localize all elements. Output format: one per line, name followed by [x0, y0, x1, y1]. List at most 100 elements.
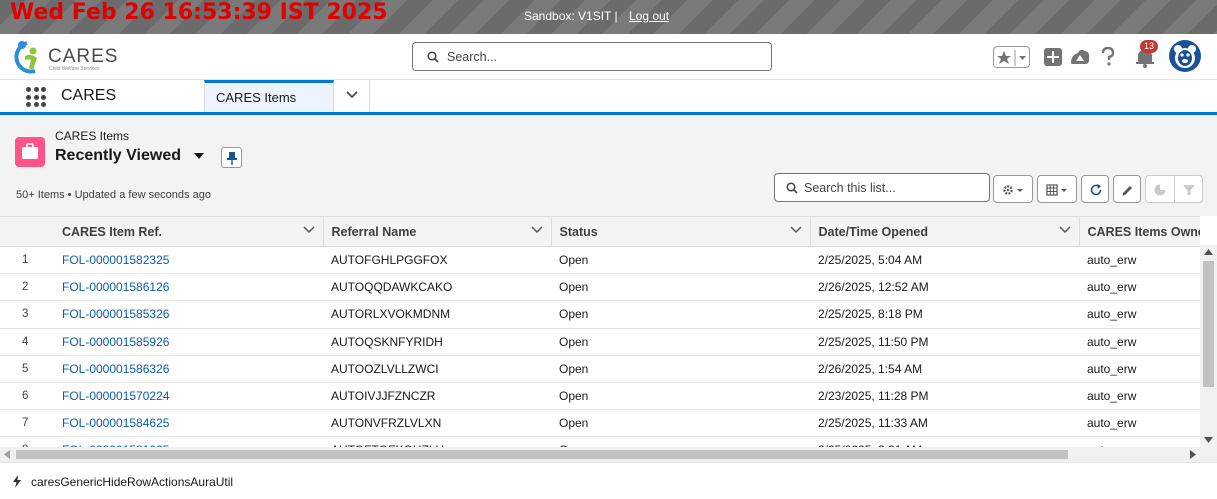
- help-icon[interactable]: [1100, 47, 1116, 67]
- table-row[interactable]: 7 FOL-000001584625 AUTONVFRZLVLXN Open 2…: [0, 409, 1200, 438]
- tab-cares-items[interactable]: CARES Items: [204, 80, 334, 112]
- scroll-up-icon[interactable]: [1204, 249, 1213, 255]
- column-header-label: Status: [559, 224, 598, 239]
- chart-icon[interactable]: [1153, 183, 1167, 197]
- lightning-icon: [13, 475, 21, 488]
- list-view-name[interactable]: Recently Viewed: [55, 147, 181, 165]
- cares-item-ref-link[interactable]: FOL-000001586126: [62, 280, 169, 294]
- column-header-owner-alias[interactable]: CARES Items Owner Ali: [1079, 216, 1200, 247]
- date-opened-cell: 2/26/2025, 12:52 AM: [810, 273, 1079, 302]
- scroll-right-icon[interactable]: [1190, 450, 1196, 459]
- inline-edit-button[interactable]: [1113, 175, 1141, 203]
- refresh-icon: [1090, 184, 1102, 196]
- gear-icon: [1003, 185, 1023, 195]
- trailhead-icon[interactable]: [1069, 47, 1091, 67]
- tab-cares-items-label: CARES Items: [216, 90, 297, 105]
- chevron-down-icon[interactable]: [530, 226, 543, 234]
- owner-alias-cell: auto_erw: [1079, 409, 1200, 438]
- column-header-referral-name[interactable]: Referral Name: [323, 216, 552, 247]
- column-header-status[interactable]: Status: [551, 216, 811, 247]
- vertical-scroll-thumb[interactable]: [1203, 261, 1214, 387]
- column-header-label: Date/Time Opened: [818, 224, 929, 239]
- row-number: 1: [0, 246, 54, 275]
- table-row[interactable]: 5 FOL-000001586326 AUTOOZLVLLZWCI Open 2…: [0, 355, 1200, 383]
- owner-alias-cell: auto_erw: [1079, 273, 1200, 302]
- favorites-button[interactable]: [993, 46, 1030, 68]
- app-name: CARES: [61, 87, 117, 104]
- search-icon: [427, 51, 439, 63]
- table-row[interactable]: 6 FOL-000001570224 AUTOIVJJFZNCZR Open 2…: [0, 382, 1200, 411]
- owner-alias-cell: auto_erw: [1079, 382, 1200, 411]
- row-number: 6: [0, 382, 54, 411]
- horizontal-scroll-thumb[interactable]: [16, 450, 1068, 459]
- logo-subtitle: Child Welfare Services: [49, 66, 100, 72]
- filter-icon[interactable]: [1182, 183, 1196, 197]
- list-settings-button[interactable]: [993, 175, 1033, 203]
- refresh-button[interactable]: [1081, 175, 1109, 203]
- cares-item-ref-cell: FOL-000001585326: [54, 300, 323, 329]
- cares-item-ref-link[interactable]: FOL-000001584625: [62, 416, 169, 430]
- chevron-down-icon[interactable]: [302, 226, 315, 234]
- referral-name-cell: AUTOIVJJFZNCZR: [323, 382, 551, 411]
- chevron-down-icon[interactable]: [1058, 226, 1071, 234]
- display-as-button[interactable]: [1037, 175, 1077, 203]
- cares-item-ref-link[interactable]: FOL-000001586326: [62, 362, 169, 376]
- table-icon: [1046, 184, 1067, 196]
- cares-item-ref-cell: FOL-000001570224: [54, 382, 323, 411]
- cares-logo-icon: [14, 41, 37, 74]
- list-data-grid: CARES Item Ref. Referral Name Status Dat…: [0, 216, 1217, 462]
- cares-item-ref-link[interactable]: FOL-000001570224: [62, 389, 169, 403]
- pin-list-button[interactable]: [221, 147, 242, 168]
- notification-badge: 13: [1140, 40, 1159, 53]
- column-header-date-time-opened[interactable]: Date/Time Opened: [810, 216, 1080, 247]
- cares-logo[interactable]: CARES Child Welfare Services: [13, 38, 123, 76]
- table-row[interactable]: 1 FOL-000001582325 AUTOFGHLPGGFOX Open 2…: [0, 246, 1200, 275]
- column-header-cares-item-ref[interactable]: CARES Item Ref.: [54, 216, 324, 247]
- list-search-placeholder: Search this list...: [804, 181, 896, 195]
- cares-item-ref-link[interactable]: FOL-000001585926: [62, 335, 169, 349]
- cares-item-ref-link[interactable]: FOL-000001582325: [62, 253, 169, 267]
- list-view-header: CARES Items Recently Viewed 50+ Items • …: [0, 115, 1217, 216]
- cares-item-ref-cell: FOL-000001584625: [54, 409, 323, 438]
- utility-bar: caresGenericHideRowActionsAuraUtil: [0, 462, 1217, 499]
- owner-alias-cell: auto_erw: [1079, 355, 1200, 383]
- status-cell: Open: [551, 409, 810, 438]
- row-number: 2: [0, 273, 54, 302]
- row-number: 7: [0, 409, 54, 438]
- utility-item-label[interactable]: caresGenericHideRowActionsAuraUtil: [31, 475, 233, 489]
- scroll-down-icon[interactable]: [1204, 437, 1213, 443]
- table-row[interactable]: 3 FOL-000001585326 AUTORLXVOKMDNM Open 2…: [0, 300, 1200, 329]
- cares-item-ref-link[interactable]: FOL-000001585326: [62, 307, 169, 321]
- logout-link[interactable]: Log out: [629, 9, 669, 23]
- app-launcher-icon[interactable]: [26, 87, 46, 107]
- status-cell: Open: [551, 328, 810, 356]
- list-search-input[interactable]: Search this list...: [774, 173, 990, 202]
- search-icon: [786, 182, 798, 194]
- vertical-scrollbar[interactable]: [1200, 245, 1217, 462]
- plus-icon[interactable]: [1043, 47, 1063, 67]
- pin-icon: [227, 152, 237, 165]
- sandbox-message: Sandbox: V1SIT |: [524, 9, 618, 23]
- nav-more-dropdown[interactable]: [334, 80, 370, 112]
- briefcase-icon: [15, 137, 45, 167]
- status-cell: Open: [551, 300, 810, 329]
- star-icon: [995, 49, 1026, 66]
- column-header-label: CARES Item Ref.: [62, 224, 163, 239]
- global-search-input[interactable]: Search...: [412, 42, 772, 71]
- table-row[interactable]: 4 FOL-000001585926 AUTOQSKNFYRIDH Open 2…: [0, 328, 1200, 356]
- cares-item-ref-cell: FOL-000001586126: [54, 273, 323, 302]
- scroll-left-icon[interactable]: [4, 450, 10, 459]
- referral-name-cell: AUTOOZLVLLZWCI: [323, 355, 551, 383]
- status-cell: Open: [551, 273, 810, 302]
- list-view-chevron-icon[interactable]: [193, 152, 205, 160]
- referral-name-cell: AUTONVFRZLVLXN: [323, 409, 551, 438]
- table-row[interactable]: 2 FOL-000001586126 AUTOQQDAWKCAKO Open 2…: [0, 273, 1200, 302]
- column-header-label: Referral Name: [331, 224, 417, 239]
- referral-name-cell: AUTORLXVOKMDNM: [323, 300, 551, 329]
- avatar[interactable]: [1169, 40, 1201, 72]
- logo-text: CARES: [48, 46, 119, 67]
- horizontal-scrollbar[interactable]: [0, 447, 1200, 462]
- chevron-down-icon[interactable]: [789, 226, 802, 234]
- owner-alias-cell: auto_erw: [1079, 300, 1200, 329]
- cares-item-ref-cell: FOL-000001582325: [54, 246, 323, 275]
